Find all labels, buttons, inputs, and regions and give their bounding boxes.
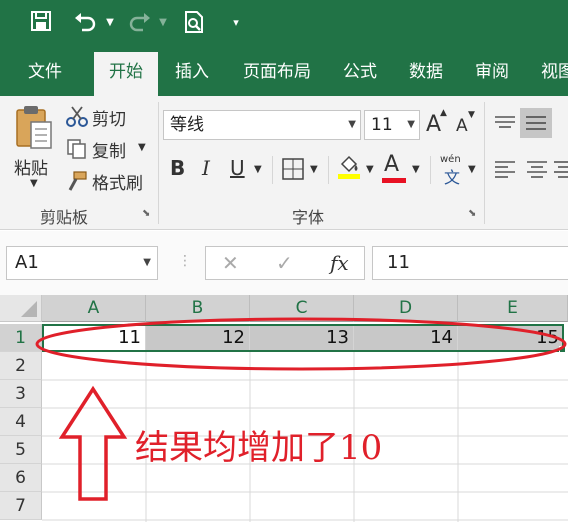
copy-icon	[67, 139, 86, 159]
bold-button[interactable]: B	[170, 156, 185, 180]
paste-icon	[16, 106, 52, 149]
up-arrow-icon	[58, 385, 128, 501]
font-group-label: 字体	[292, 208, 325, 227]
row-header-4[interactable]: 4	[0, 408, 42, 436]
copy-label: 复制	[92, 142, 126, 162]
font-size-dropdown-icon[interactable]: ▼	[407, 111, 415, 139]
highlight-ellipse	[35, 317, 567, 371]
format-painter-button[interactable]: 格式刷	[66, 168, 156, 194]
customize-quick-access-icon[interactable]: ▾	[228, 10, 244, 36]
divider	[272, 156, 273, 184]
annotation-text: 结果均增加了10	[135, 428, 383, 468]
formula-bar: A1 ▼ ⋮ ✕ ✓ fx 11	[0, 231, 568, 295]
borders-icon[interactable]	[282, 158, 304, 180]
cut-label: 剪切	[92, 110, 126, 130]
underline-dropdown-icon[interactable]: ▼	[254, 164, 262, 175]
font-name-value: 等线	[170, 115, 204, 135]
copy-button[interactable]: 复制 ▼	[66, 136, 156, 162]
tab-view[interactable]: 视图	[530, 48, 568, 96]
font-launcher-icon[interactable]: ⬊	[468, 208, 476, 219]
phonetic-guide-button[interactable]: 文	[444, 164, 460, 188]
tab-file[interactable]: 文件	[14, 48, 76, 96]
divider	[328, 156, 329, 184]
align-middle-icon	[526, 116, 546, 130]
row-header-7[interactable]: 7	[0, 492, 42, 520]
font-color-swatch	[382, 178, 406, 183]
align-left-icon[interactable]	[494, 160, 516, 180]
paste-dropdown-icon[interactable]: ▼	[30, 178, 38, 189]
formula-buttons: ✕ ✓ fx	[205, 246, 365, 280]
cancel-icon[interactable]: ✕	[222, 251, 239, 275]
row-header-5[interactable]: 5	[0, 436, 42, 464]
paste-button[interactable]: 粘贴 ▼	[8, 102, 60, 198]
italic-button[interactable]: I	[202, 156, 210, 180]
divider	[430, 156, 431, 184]
ribbon-home: 粘贴 ▼ 剪切 复制 ▼ 格式刷 剪贴板 ⬊ 等线 ▼ 11 ▼ A ▲ A ▼…	[0, 96, 568, 230]
tab-data[interactable]: 数据	[398, 48, 454, 96]
divider	[484, 102, 485, 224]
align-top-icon[interactable]	[494, 114, 516, 134]
phonetic-dropdown-icon[interactable]: ▼	[468, 164, 476, 175]
align-middle-button[interactable]	[520, 108, 552, 138]
font-size-value: 11	[371, 115, 393, 135]
paste-label: 粘贴	[14, 159, 48, 179]
tab-page-layout[interactable]: 页面布局	[232, 48, 322, 96]
tab-review[interactable]: 审阅	[464, 48, 520, 96]
font-color-button[interactable]: A	[384, 152, 399, 177]
formula-bar-grip-icon[interactable]: ⋮	[178, 253, 192, 269]
clipboard-launcher-icon[interactable]: ⬊	[142, 208, 150, 219]
row-header-6[interactable]: 6	[0, 464, 42, 492]
shrink-font-icon: ▼	[468, 110, 475, 120]
formula-input[interactable]: 11	[372, 246, 568, 280]
undo-icon[interactable]	[70, 10, 100, 36]
grow-font-button[interactable]: A	[426, 112, 441, 137]
redo-dropdown-icon[interactable]: ▼	[156, 10, 170, 36]
font-size-combo[interactable]: 11 ▼	[364, 110, 420, 140]
undo-dropdown-icon[interactable]: ▼	[103, 10, 117, 36]
title-bar: ▼ ▼ ▾	[0, 0, 568, 48]
shrink-font-button[interactable]: A	[456, 116, 468, 136]
print-preview-icon[interactable]	[180, 10, 208, 36]
divider	[158, 102, 159, 224]
tab-formulas[interactable]: 公式	[332, 48, 388, 96]
underline-button[interactable]: U	[230, 156, 245, 180]
formula-value: 11	[387, 252, 410, 273]
clipboard-group-label: 剪贴板	[40, 208, 89, 227]
format-painter-label: 格式刷	[92, 174, 143, 194]
name-box[interactable]: A1 ▼	[6, 246, 158, 280]
font-color-dropdown-icon[interactable]: ▼	[412, 164, 420, 175]
align-right-icon[interactable]	[554, 160, 568, 180]
font-name-dropdown-icon[interactable]: ▼	[348, 111, 356, 139]
copy-dropdown-icon[interactable]: ▼	[138, 142, 146, 153]
name-box-dropdown-icon[interactable]: ▼	[143, 247, 151, 279]
row-header-3[interactable]: 3	[0, 380, 42, 408]
fill-color-dropdown-icon[interactable]: ▼	[366, 164, 374, 175]
font-name-combo[interactable]: 等线 ▼	[163, 110, 361, 140]
fill-color-icon[interactable]	[336, 154, 362, 180]
scissors-icon	[66, 106, 88, 127]
worksheet-grid[interactable]: A B C D E 1 2 3 4 5 6 7 11 12 13 14 15 结…	[0, 295, 568, 525]
borders-dropdown-icon[interactable]: ▼	[310, 164, 318, 175]
redo-icon[interactable]	[125, 10, 155, 36]
tab-home[interactable]: 开始	[94, 52, 158, 96]
tab-insert[interactable]: 插入	[162, 48, 222, 96]
name-box-value: A1	[15, 252, 39, 273]
enter-icon[interactable]: ✓	[276, 251, 293, 275]
ribbon-tabs: 文件 开始 插入 页面布局 公式 数据 审阅 视图	[0, 48, 568, 96]
save-icon[interactable]	[28, 10, 54, 36]
align-center-icon[interactable]	[526, 160, 548, 180]
grow-font-icon: ▲	[440, 108, 447, 118]
format-painter-icon	[68, 171, 87, 191]
insert-function-icon[interactable]: fx	[330, 251, 349, 275]
cut-button[interactable]: 剪切	[66, 104, 146, 130]
